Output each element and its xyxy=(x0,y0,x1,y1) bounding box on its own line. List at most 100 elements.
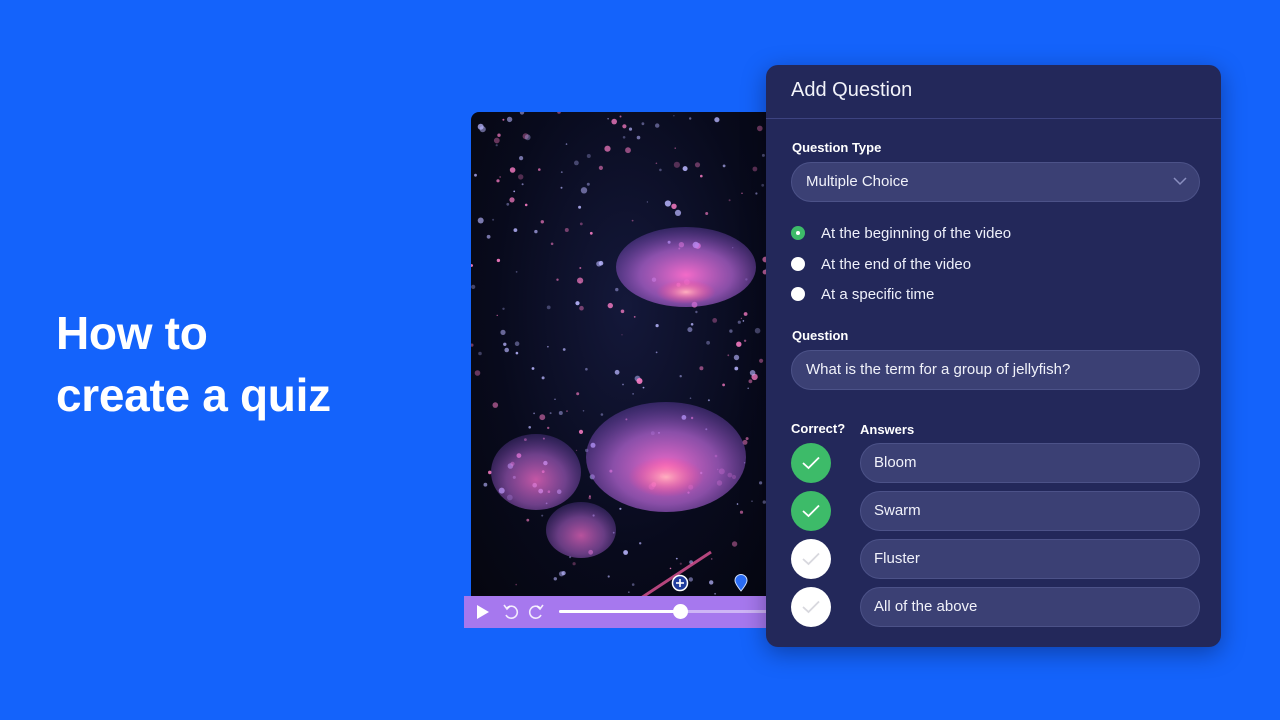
particle xyxy=(741,192,743,194)
question-type-select[interactable]: Multiple Choice xyxy=(791,162,1200,202)
play-icon[interactable] xyxy=(476,604,490,620)
checkmark-icon xyxy=(802,456,820,470)
particle xyxy=(598,165,603,170)
answer-input[interactable]: All of the above xyxy=(860,587,1200,627)
headline-line-2: create a quiz xyxy=(56,369,331,421)
particle xyxy=(549,412,552,415)
particle xyxy=(558,411,563,415)
timing-option-specific[interactable]: At a specific time xyxy=(791,283,934,305)
particle xyxy=(688,577,693,582)
particle xyxy=(641,122,645,126)
particle xyxy=(547,345,549,348)
question-label: Question xyxy=(792,328,849,343)
radio-button[interactable] xyxy=(791,226,805,240)
particle xyxy=(515,583,517,586)
particle xyxy=(659,168,662,172)
particle xyxy=(533,412,535,415)
particle xyxy=(705,212,709,215)
panel-title: Add Question xyxy=(766,65,1221,119)
particle xyxy=(695,310,698,314)
particle xyxy=(557,112,561,114)
particle xyxy=(607,302,613,309)
question-type-value: Multiple Choice xyxy=(806,173,909,190)
correct-toggle[interactable] xyxy=(791,491,831,531)
particle xyxy=(496,179,500,183)
checkmark-icon xyxy=(802,552,820,566)
particle xyxy=(631,583,635,586)
particle xyxy=(500,329,506,335)
particle xyxy=(575,301,580,306)
particle xyxy=(619,507,622,510)
particle xyxy=(509,197,515,203)
particle xyxy=(754,327,761,334)
correct-toggle[interactable] xyxy=(791,443,831,483)
answer-input[interactable]: Fluster xyxy=(860,539,1200,579)
particle xyxy=(471,284,476,289)
particle xyxy=(682,166,688,172)
radio-button[interactable] xyxy=(791,257,805,271)
particle xyxy=(655,123,660,128)
particle xyxy=(621,334,623,336)
progress-fill xyxy=(559,610,680,613)
particle xyxy=(541,514,544,517)
question-pin-icon[interactable] xyxy=(734,574,748,592)
particle xyxy=(586,154,591,158)
particle xyxy=(477,217,484,224)
particle xyxy=(655,162,658,165)
particle xyxy=(578,429,584,434)
particle xyxy=(574,160,579,166)
forward-icon[interactable] xyxy=(527,603,545,621)
answer-input[interactable]: Bloom xyxy=(860,443,1200,483)
particle xyxy=(622,383,624,386)
particle xyxy=(694,162,701,168)
timing-option-end[interactable]: At the end of the video xyxy=(791,253,971,275)
particle xyxy=(729,329,733,333)
particle xyxy=(740,317,743,320)
video-preview[interactable] xyxy=(471,112,781,598)
particle xyxy=(478,351,482,356)
add-marker-icon[interactable] xyxy=(671,574,689,592)
headline-line-1: How to xyxy=(56,307,208,359)
particle xyxy=(493,137,500,144)
answer-text: Bloom xyxy=(874,454,917,471)
timing-option-label: At the end of the video xyxy=(821,255,972,273)
particle xyxy=(679,562,682,565)
particle xyxy=(636,135,641,140)
answer-text: Swarm xyxy=(874,502,921,519)
particle xyxy=(499,176,501,178)
particle xyxy=(707,399,710,402)
answer-input[interactable]: Swarm xyxy=(860,491,1200,531)
particle xyxy=(572,562,576,566)
correct-toggle[interactable] xyxy=(791,539,831,579)
particle xyxy=(486,234,491,239)
particle xyxy=(745,437,749,441)
progress-track[interactable] xyxy=(559,604,779,619)
particle xyxy=(751,500,753,503)
particle xyxy=(747,387,749,390)
progress-thumb[interactable] xyxy=(673,604,688,619)
particle xyxy=(755,192,758,195)
timing-option-beginning[interactable]: At the beginning of the video xyxy=(791,222,1011,244)
checkmark-icon xyxy=(802,504,820,518)
particle xyxy=(673,115,675,117)
correct-toggle[interactable] xyxy=(791,587,831,627)
particle xyxy=(560,171,563,173)
particle xyxy=(474,370,481,376)
answer-text: Fluster xyxy=(874,550,920,567)
particle xyxy=(524,134,531,141)
add-question-panel: Add Question Question Type Multiple Choi… xyxy=(766,65,1221,647)
particle xyxy=(757,125,763,132)
particle xyxy=(628,127,633,131)
rewind-icon[interactable] xyxy=(502,603,520,621)
particle xyxy=(519,156,524,161)
particle xyxy=(690,323,694,326)
particle xyxy=(728,199,731,202)
particle xyxy=(479,126,486,133)
particle xyxy=(675,557,678,560)
answer-row: Swarm xyxy=(791,491,1200,531)
particle xyxy=(586,182,590,186)
question-input[interactable]: What is the term for a group of jellyfis… xyxy=(791,350,1200,390)
radio-button[interactable] xyxy=(791,287,805,301)
particle xyxy=(518,174,524,180)
particle xyxy=(539,414,546,421)
